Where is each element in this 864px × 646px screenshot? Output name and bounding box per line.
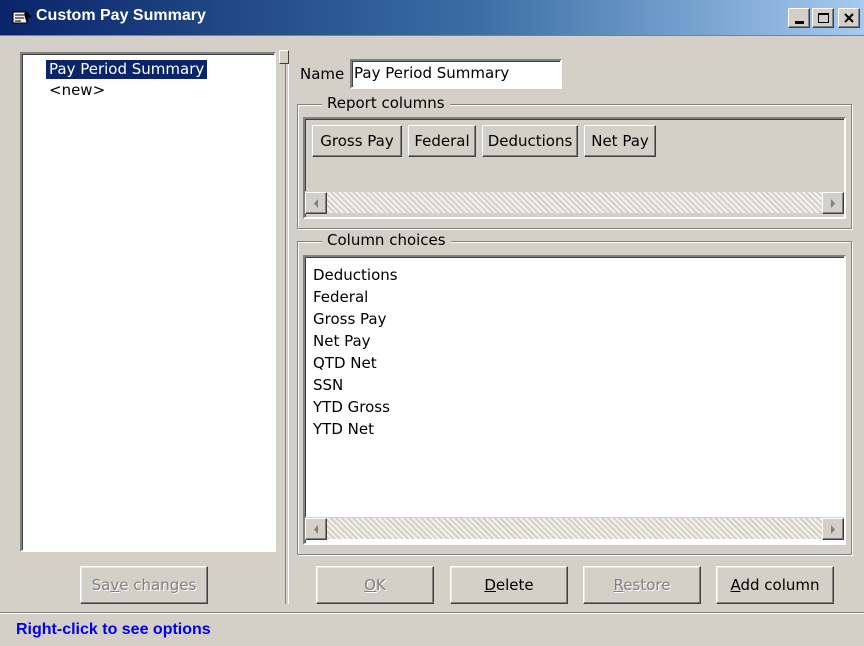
report-columns-label: Report columns (322, 94, 450, 112)
report-column-gross-pay[interactable]: Gross Pay (312, 125, 402, 157)
list-item-new[interactable]: <new> (46, 81, 108, 100)
scroll-left-button[interactable] (305, 192, 327, 214)
choice-gross-pay[interactable]: Gross Pay (313, 308, 386, 330)
report-column-federal[interactable]: Federal (408, 125, 476, 157)
choice-ytd-gross[interactable]: YTD Gross (313, 396, 390, 418)
choice-ssn[interactable]: SSN (313, 374, 343, 396)
status-text: Right-click to see options (16, 621, 211, 638)
name-input[interactable]: Pay Period Summary (350, 59, 562, 89)
choice-federal[interactable]: Federal (313, 286, 368, 308)
ok-button[interactable]: OK (316, 566, 434, 604)
window-title: Custom Pay Summary (36, 7, 206, 24)
scroll-right-button[interactable] (822, 192, 844, 214)
arrow-left-icon (314, 524, 318, 534)
restore-label: Restore (613, 576, 671, 594)
minimize-button[interactable] (788, 8, 810, 28)
report-column-net-pay[interactable]: Net Pay (584, 125, 656, 157)
splitter-handle[interactable] (279, 50, 289, 64)
close-icon (844, 13, 854, 23)
report-columns-scrollbar[interactable] (305, 191, 844, 214)
minimize-icon (794, 20, 804, 24)
choice-qtd-net[interactable]: QTD Net (313, 352, 377, 374)
maximize-button[interactable] (812, 8, 834, 28)
column-choices-list[interactable]: Deductions Federal Gross Pay Net Pay QTD… (303, 255, 846, 545)
choice-ytd-net[interactable]: YTD Net (313, 418, 374, 440)
name-label: Name (300, 65, 345, 83)
close-button[interactable] (838, 8, 860, 28)
splitter[interactable] (285, 52, 289, 604)
choice-deductions[interactable]: Deductions (313, 264, 398, 286)
add-column-button[interactable]: Add column (716, 566, 834, 604)
arrow-left-icon (314, 198, 318, 208)
arrow-right-icon (831, 524, 835, 534)
choice-net-pay[interactable]: Net Pay (313, 330, 371, 352)
report-columns-area[interactable]: Gross Pay Federal Deductions Net Pay (303, 117, 846, 219)
add-column-label: Add column (730, 576, 820, 594)
scroll-right-button[interactable] (822, 518, 844, 540)
summary-list[interactable]: Pay Period Summary <new> (20, 52, 276, 552)
maximize-icon (817, 13, 829, 23)
status-bar: Right-click to see options (0, 612, 864, 646)
ok-label: OK (364, 576, 386, 594)
app-icon (12, 11, 32, 24)
restore-button[interactable]: Restore (583, 566, 701, 604)
arrow-right-icon (831, 198, 835, 208)
title-bar[interactable]: Custom Pay Summary (0, 0, 864, 36)
report-column-deductions[interactable]: Deductions (482, 125, 578, 157)
save-changes-button[interactable]: Save changes (80, 566, 208, 604)
scroll-left-button[interactable] (305, 518, 327, 540)
column-choices-label: Column choices (322, 231, 451, 249)
delete-button[interactable]: Delete (450, 566, 568, 604)
save-changes-label: Save changes (91, 576, 197, 594)
delete-label: Delete (484, 576, 534, 594)
column-choices-scrollbar[interactable] (305, 517, 844, 540)
list-item-pay-period-summary[interactable]: Pay Period Summary (46, 60, 208, 79)
